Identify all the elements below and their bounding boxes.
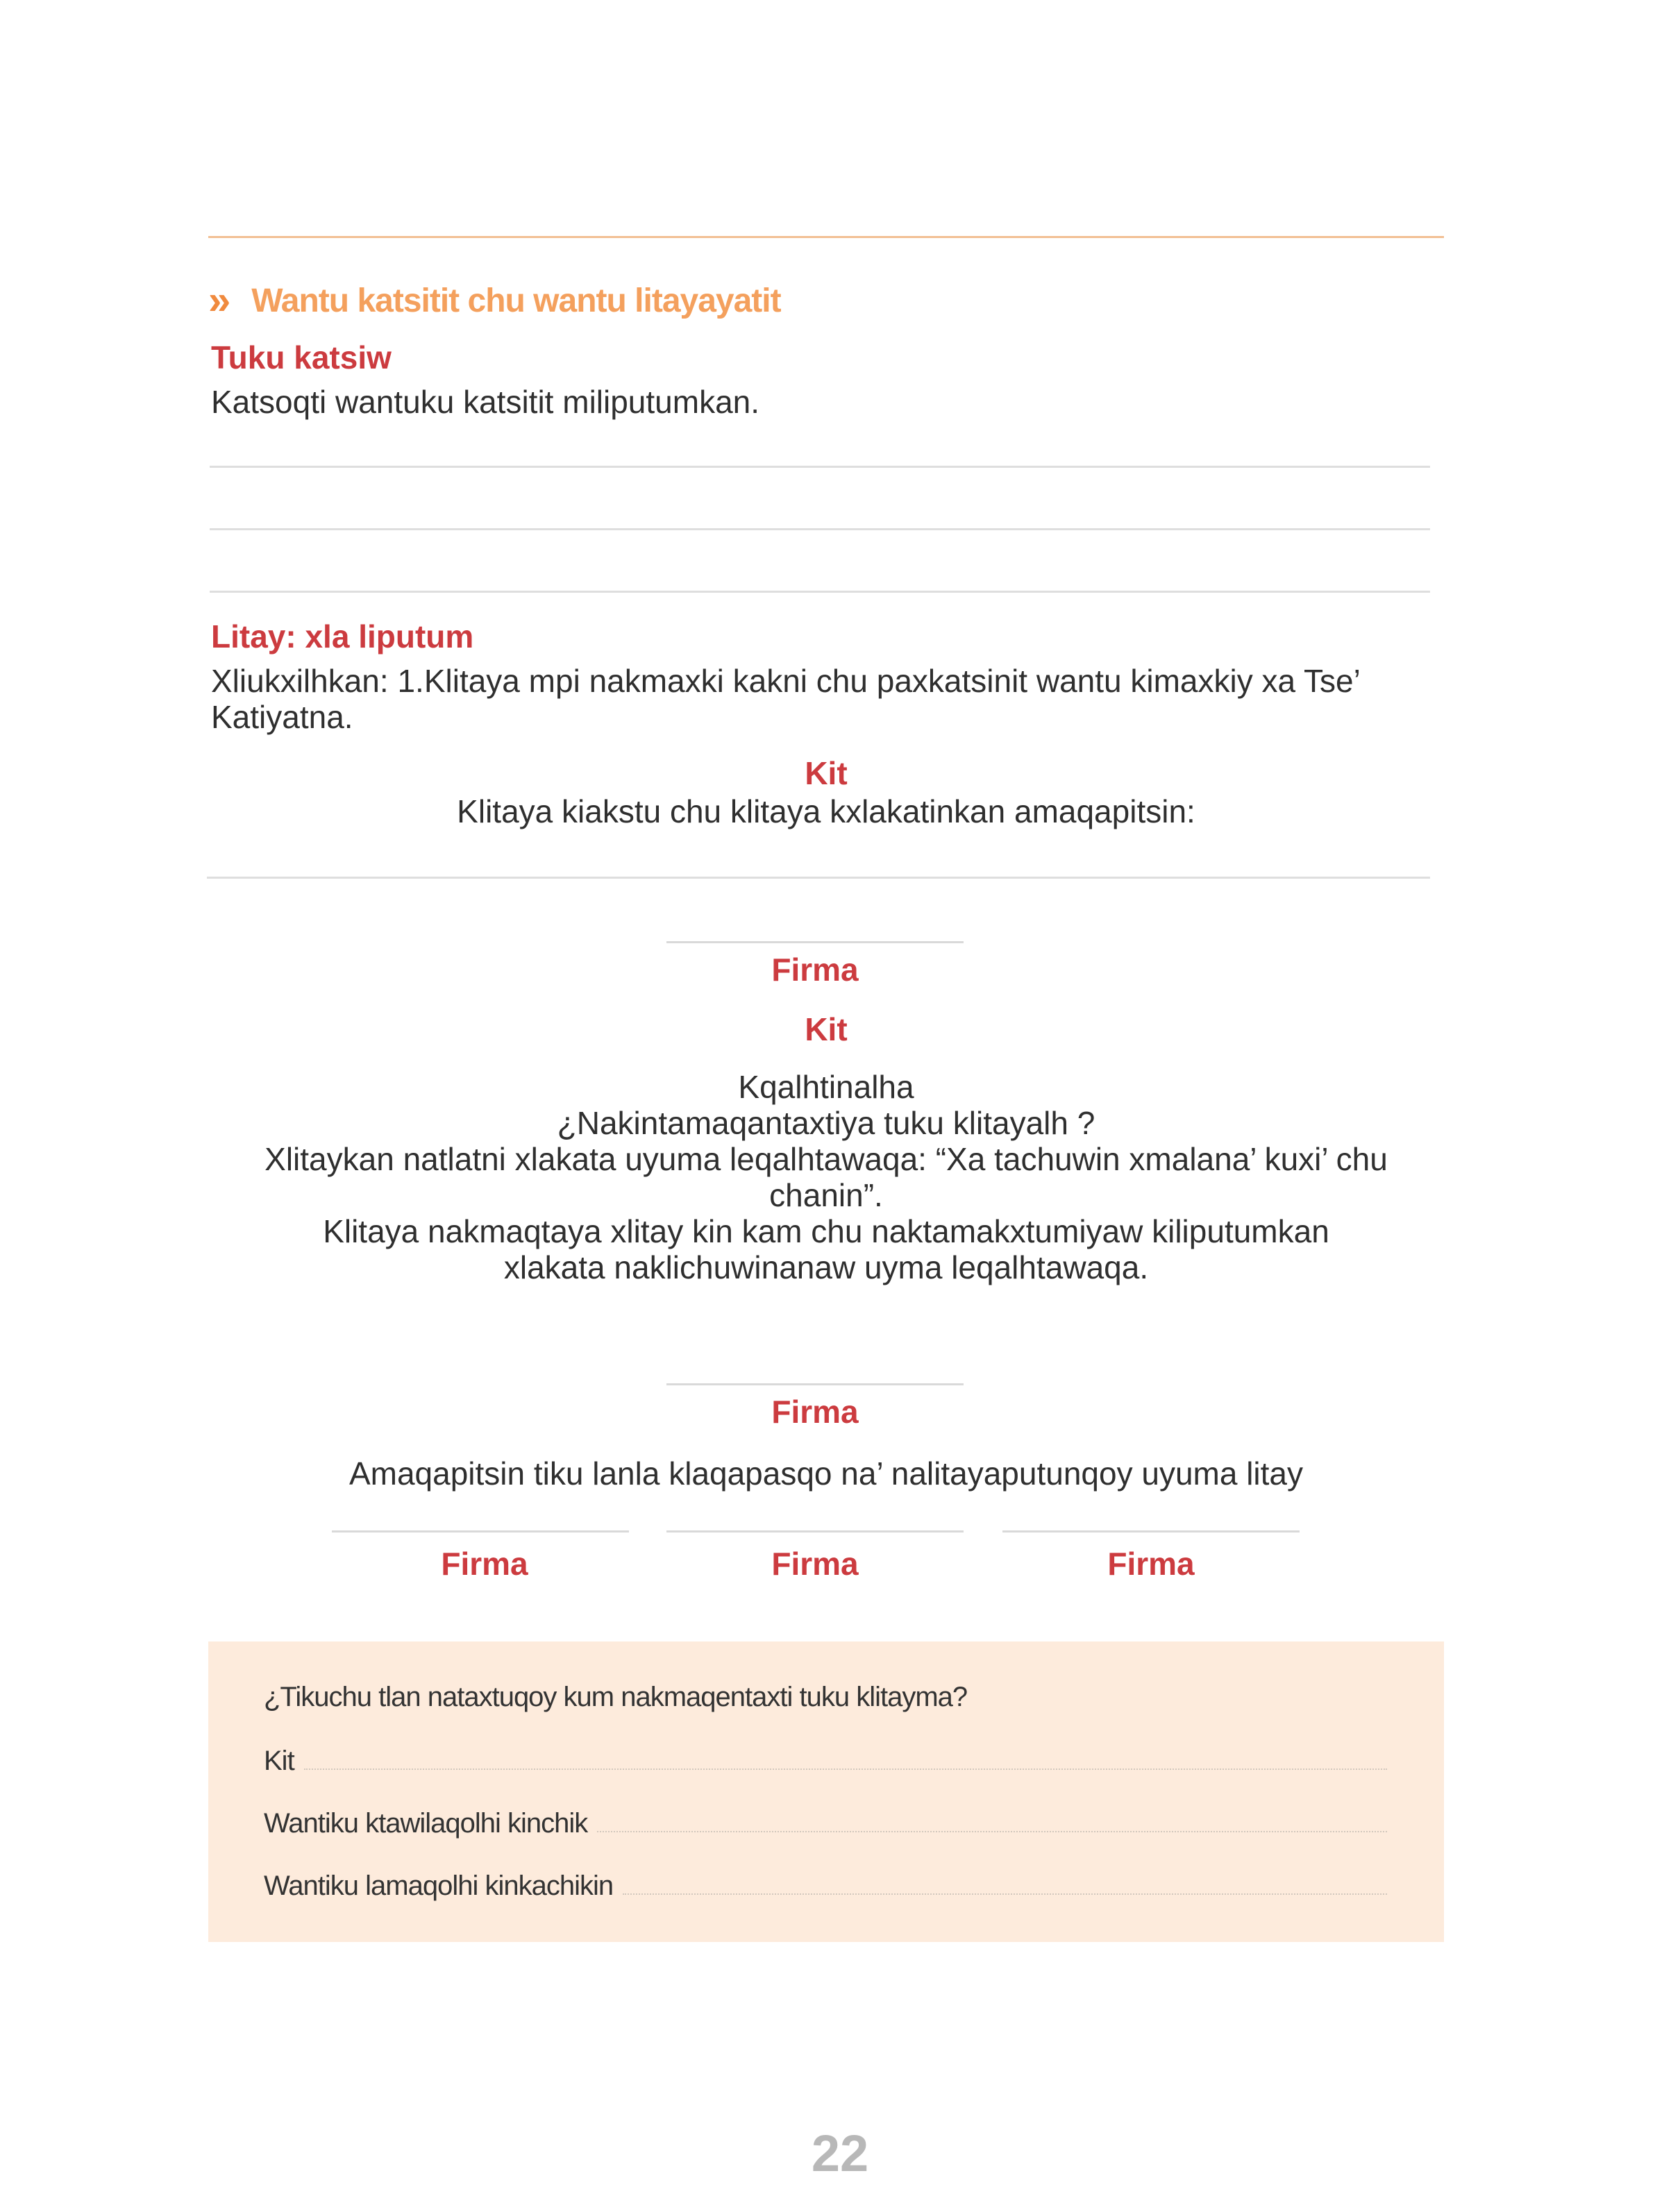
tuku-label: Tuku katsiw <box>211 339 392 375</box>
info-box: ¿Tikuchu tlan nataxtuqoy kum nakmaqentax… <box>208 1641 1444 1942</box>
firma-label-3: Firma <box>441 1546 528 1582</box>
writing-line-2 <box>210 528 1430 530</box>
kit-text-2-line: chanin”. <box>769 1177 883 1213</box>
litay-text: Xliukxilhkan: 1.Klitaya mpi nakmaxki kak… <box>211 663 1447 735</box>
fill-in-line[interactable] <box>303 1768 1387 1770</box>
litay-text-line-2: Katiyatna. <box>211 699 353 735</box>
fill-in-line[interactable] <box>623 1893 1387 1895</box>
field-label: Kit <box>264 1746 295 1776</box>
signature-line-1 <box>666 941 964 943</box>
signature-line-2 <box>666 1383 964 1385</box>
field-kit[interactable]: Kit <box>264 1746 1387 1777</box>
kit-label-1: Kit <box>805 755 848 791</box>
firma-label-1: Firma <box>771 952 859 988</box>
writing-line-1 <box>210 466 1430 468</box>
field-lamaqolhi[interactable]: Wantiku lamaqolhi kinkachikin <box>264 1871 1387 1902</box>
kit-text-2-line: Xlitaykan natlatni xlakata uyuma leqalht… <box>264 1141 1388 1177</box>
section-title: Wantu katsitit chu wantu litayayatit <box>251 282 781 319</box>
top-divider <box>208 236 1444 238</box>
firma-label-5: Firma <box>1107 1546 1195 1582</box>
kit-text-2-line: Klitaya nakmaqtaya xlitay kin kam chu na… <box>323 1213 1329 1249</box>
signature-line-3 <box>332 1530 629 1533</box>
litay-label: Litay: xla liputum <box>211 618 474 655</box>
page-number: 22 <box>811 2125 869 2182</box>
amaqapitsin-text: Amaqapitsin tiku lanla klaqapasqo na’ na… <box>348 1455 1304 1492</box>
litay-text-line-1: Xliukxilhkan: 1.Klitaya mpi nakmaxki kak… <box>211 663 1361 699</box>
tuku-instruction: Katsoqti wantuku katsitit miliputumkan. <box>211 384 760 420</box>
writing-line-4 <box>207 877 1430 879</box>
firma-label-2: Firma <box>771 1394 859 1430</box>
field-ktawilaqolhi[interactable]: Wantiku ktawilaqolhi kinchik <box>264 1808 1387 1839</box>
kit-label-2: Kit <box>805 1011 848 1047</box>
fill-in-line[interactable] <box>597 1831 1387 1832</box>
box-question: ¿Tikuchu tlan nataxtuqoy kum nakmaqentax… <box>264 1682 968 1712</box>
kit-text-2-line: Kqalhtinalha <box>738 1069 914 1105</box>
field-label: Wantiku ktawilaqolhi kinchik <box>264 1808 588 1839</box>
section-header: » Wantu katsitit chu wantu litayayatit <box>208 276 782 325</box>
signature-line-5 <box>1002 1530 1300 1533</box>
chevron-right-icon: » <box>208 278 230 323</box>
signature-line-4 <box>666 1530 964 1533</box>
firma-label-4: Firma <box>771 1546 859 1582</box>
field-label: Wantiku lamaqolhi kinkachikin <box>264 1871 614 1901</box>
kit-text-2: Kqalhtinalha ¿Nakintamaqantaxtiya tuku k… <box>208 1069 1444 1285</box>
kit-text-1: Klitaya kiakstu chu klitaya kxlakatinkan… <box>457 793 1195 829</box>
writing-line-3 <box>210 591 1430 593</box>
kit-text-2-line: xlakata naklichuwinanaw uyma leqalhtawaq… <box>503 1249 1149 1285</box>
kit-text-2-line: ¿Nakintamaqantaxtiya tuku klitayalh ? <box>557 1105 1095 1141</box>
